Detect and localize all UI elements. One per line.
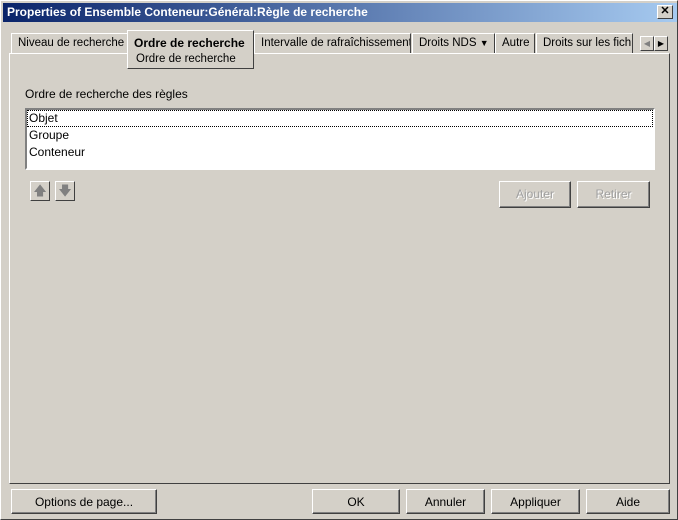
move-down-icon[interactable]: 🡇	[55, 181, 75, 201]
add-button[interactable]: Ajouter	[499, 181, 571, 208]
window-title: Properties of Ensemble Conteneur:Général…	[7, 5, 368, 19]
remove-button[interactable]: Retirer	[577, 181, 650, 208]
tab-scroll-right-icon[interactable]: ▶	[654, 36, 668, 51]
cancel-button[interactable]: Annuler	[406, 489, 485, 514]
close-button[interactable]: ✕	[657, 5, 673, 19]
tab-niveau-de-recherche[interactable]: Niveau de recherche	[11, 33, 128, 54]
ok-button[interactable]: OK	[312, 489, 400, 514]
tab-label: Niveau de recherche	[18, 37, 125, 49]
tab-label: Droits NDS	[419, 37, 477, 49]
apply-button[interactable]: Appliquer	[491, 489, 580, 514]
tab-droits-fichiers[interactable]: Droits sur les fich	[536, 33, 633, 54]
help-button[interactable]: Aide	[586, 489, 670, 514]
rules-order-label: Ordre de recherche des règles	[25, 87, 188, 101]
tab-intervalle[interactable]: Intervalle de rafraîchissement	[254, 33, 411, 54]
properties-dialog: Properties of Ensemble Conteneur:Général…	[0, 0, 678, 520]
subtab-ordre-de-recherche[interactable]: Ordre de recherche	[127, 52, 254, 69]
rules-listbox[interactable]: Objet Groupe Conteneur	[25, 108, 655, 170]
list-item[interactable]: Groupe	[27, 127, 653, 144]
tab-scroll-left-icon[interactable]: ◀	[640, 36, 654, 51]
title-bar: Properties of Ensemble Conteneur:Général…	[3, 3, 677, 22]
tab-label: Autre	[502, 37, 530, 49]
page-options-button[interactable]: Options de page...	[11, 489, 157, 514]
subtab-label: Ordre de recherche	[136, 53, 236, 65]
tab-label: Ordre de recherche	[134, 36, 245, 50]
tab-label: Droits sur les fich	[543, 37, 632, 49]
dropdown-arrow-icon: ▼	[479, 38, 489, 48]
list-item[interactable]: Conteneur	[27, 144, 653, 161]
list-item[interactable]: Objet	[27, 110, 653, 127]
move-up-icon[interactable]: 🡅	[30, 181, 50, 201]
tab-autre[interactable]: Autre	[495, 33, 535, 54]
tab-label: Intervalle de rafraîchissement	[261, 37, 411, 49]
tab-droits-nds[interactable]: Droits NDS ▼	[412, 33, 495, 54]
tab-ordre-de-recherche[interactable]: Ordre de recherche	[127, 30, 254, 54]
